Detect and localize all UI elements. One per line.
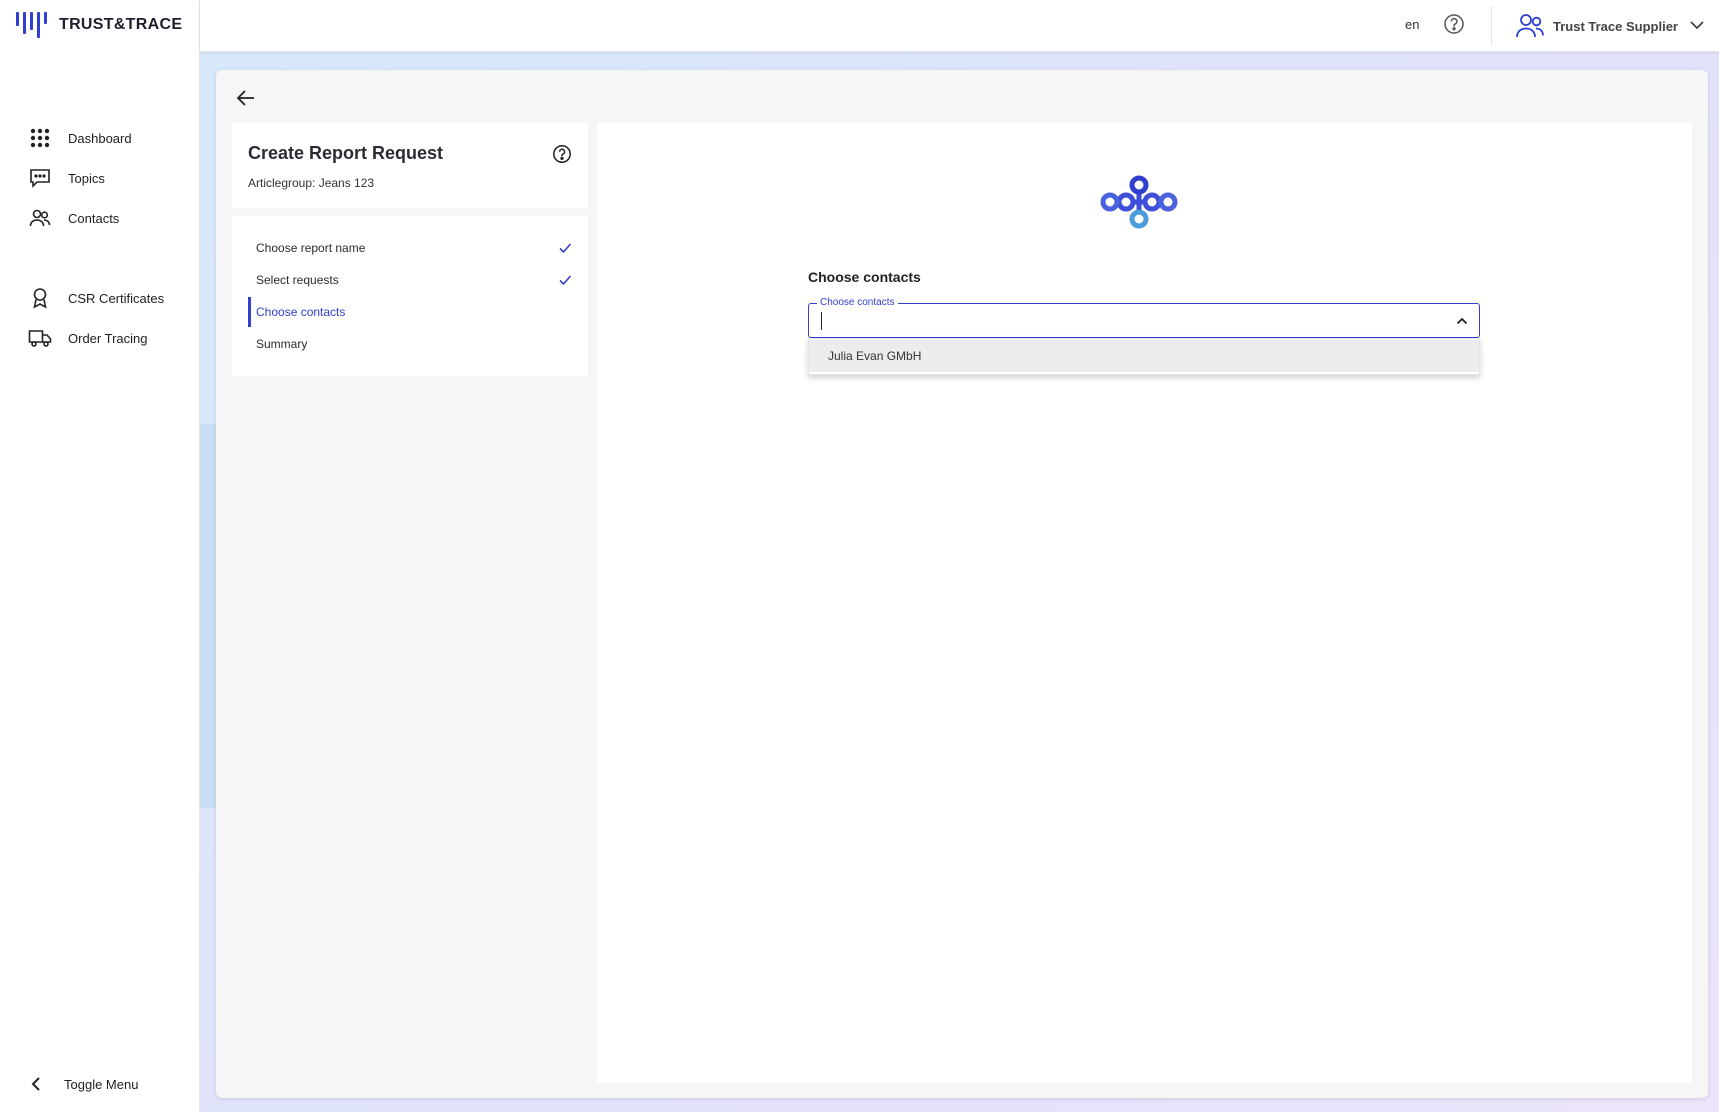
step-choose-contacts[interactable]: Choose contacts [232, 296, 588, 328]
user-menu[interactable]: Trust Trace Supplier [1515, 11, 1704, 41]
top-header: en Trust Trace Supplier [200, 0, 1719, 52]
page-title: Create Report Request [248, 143, 444, 163]
report-header-card: Create Report Request Articlegroup: Jean… [232, 123, 588, 208]
logo-mark-icon [16, 12, 47, 38]
language-selector[interactable]: en [1405, 17, 1419, 32]
truck-icon [28, 326, 52, 350]
toggle-menu-label: Toggle Menu [64, 1076, 139, 1092]
checkmark-icon [558, 241, 572, 255]
sidebar-item-label: Dashboard [68, 130, 132, 146]
award-ribbon-icon [28, 286, 52, 310]
chevron-up-icon[interactable] [1455, 314, 1469, 328]
field-label: Choose contacts [817, 297, 898, 309]
section-title: Choose contacts [808, 269, 921, 285]
brand-logo[interactable]: TRUST&TRACE [16, 12, 182, 38]
step-select-requests[interactable]: Select requests [232, 264, 588, 296]
toggle-menu-button[interactable]: Toggle Menu [0, 1064, 138, 1104]
sidebar-item-dashboard[interactable]: Dashboard [0, 118, 200, 158]
user-group-icon [1515, 11, 1545, 41]
sidebar-item-label: Topics [68, 170, 105, 186]
sidebar-item-label: CSR Certificates [68, 290, 165, 306]
step-summary[interactable]: Summary [232, 328, 588, 360]
sidebar-item-label: Order Tracing [68, 330, 148, 346]
people-icon [28, 206, 52, 230]
step-label: Select requests [256, 273, 339, 287]
chevron-left-icon [28, 1077, 44, 1091]
help-icon[interactable] [1443, 13, 1465, 35]
grid-dots-icon [28, 126, 52, 150]
step-label: Summary [256, 337, 308, 351]
step-content: Choose contacts Choose contacts Julia Ev… [597, 123, 1692, 1083]
dropdown-option[interactable]: Julia Evan GMbH [809, 340, 1479, 372]
sidebar: TRUST&TRACE Dashboard Topics Contacts CS… [0, 0, 200, 1112]
user-name: Trust Trace Supplier [1553, 18, 1678, 34]
sidebar-item-label: Contacts [68, 210, 120, 226]
step-label: Choose report name [256, 241, 366, 255]
step-label: Choose contacts [256, 305, 346, 319]
stepper: Choose report name Select requests Choos… [232, 216, 588, 376]
chevron-down-icon [1690, 17, 1704, 35]
article-group-label: Articlegroup: Jeans 123 [248, 176, 375, 190]
sidebar-item-order-tracing[interactable]: Order Tracing [0, 318, 200, 358]
checkmark-icon [558, 273, 572, 287]
brand-name: TRUST&TRACE [59, 16, 183, 33]
help-icon[interactable] [552, 144, 572, 164]
main-card: Create Report Request Articlegroup: Jean… [216, 70, 1708, 1098]
sidebar-nav: Dashboard Topics Contacts CSR Certificat… [0, 118, 200, 358]
contacts-dropdown: Julia Evan GMbH [808, 338, 1480, 375]
chat-bubble-icon [28, 166, 52, 190]
background-stripe [200, 424, 216, 808]
back-arrow-icon[interactable] [234, 86, 258, 110]
sidebar-item-contacts[interactable]: Contacts [0, 198, 200, 238]
step-choose-report-name[interactable]: Choose report name [232, 232, 588, 264]
contacts-search-input[interactable] [821, 312, 1421, 330]
sidebar-item-csr-certificates[interactable]: CSR Certificates [0, 278, 200, 318]
contacts-select[interactable]: Choose contacts [808, 297, 1480, 338]
network-nodes-icon [1099, 175, 1179, 231]
header-divider [1491, 6, 1492, 46]
sidebar-item-topics[interactable]: Topics [0, 158, 200, 198]
